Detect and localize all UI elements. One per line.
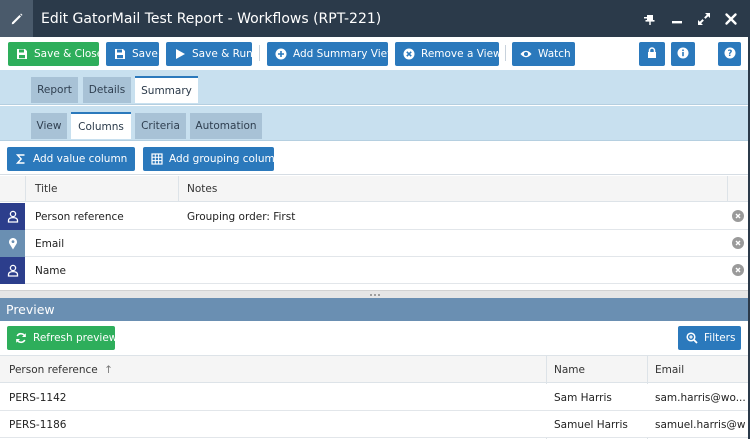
lock-button[interactable] xyxy=(639,42,665,66)
preview-heading: Preview xyxy=(0,298,750,321)
window-title-bar: Edit GatorMail Test Report - Workflows (… xyxy=(0,0,750,37)
save-icon xyxy=(114,48,126,60)
column-row[interactable]: Email xyxy=(0,230,748,257)
toolbar-divider xyxy=(259,45,260,61)
refresh-icon xyxy=(15,332,27,344)
help-icon: ? xyxy=(724,47,736,62)
header-divider xyxy=(25,176,26,202)
add-grouping-column-button[interactable]: Add grouping column xyxy=(143,147,281,171)
info-button[interactable] xyxy=(671,42,695,66)
play-icon xyxy=(174,48,186,60)
refresh-preview-button[interactable]: Refresh preview xyxy=(7,326,117,350)
header-divider xyxy=(727,176,728,202)
window-controls xyxy=(643,12,738,26)
tab-columns[interactable]: Columns xyxy=(71,112,131,139)
table-row[interactable]: PERS-1142 Sam Harris sam.harris@wo... xyxy=(0,384,748,411)
window-title: Edit GatorMail Test Report - Workflows (… xyxy=(41,10,382,27)
person-icon xyxy=(0,203,25,230)
preview-table-header: Person reference ↑ Name Email xyxy=(0,355,748,383)
tab-summary[interactable]: Summary xyxy=(135,76,198,103)
remove-circle-icon xyxy=(403,48,415,60)
sigma-icon xyxy=(15,153,27,165)
tab-automation[interactable]: Automation xyxy=(190,113,262,139)
zoom-filter-icon xyxy=(686,332,698,344)
column-row[interactable]: Person reference Grouping order: First xyxy=(0,203,748,230)
close-icon[interactable] xyxy=(724,12,738,26)
eye-icon xyxy=(520,48,532,60)
help-button[interactable]: ? xyxy=(718,42,741,66)
sort-ascending-icon: ↑ xyxy=(104,364,113,376)
edit-pencil-icon xyxy=(0,0,33,37)
filters-button[interactable]: Filters xyxy=(678,326,741,350)
save-close-button[interactable]: Save & Close xyxy=(8,42,103,66)
columns-table-header: Title Notes xyxy=(0,176,748,202)
preview-header-email[interactable]: Email xyxy=(655,364,684,376)
table-row[interactable]: PERS-1186 Samuel Harris samuel.harris@w.… xyxy=(0,411,748,438)
save-icon xyxy=(16,48,28,60)
pin-icon[interactable] xyxy=(643,12,657,26)
tab-view[interactable]: View xyxy=(31,113,67,139)
lock-icon xyxy=(646,46,658,62)
grip-icon xyxy=(370,293,380,296)
sub-tab-strip: View Columns Criteria Automation xyxy=(0,106,750,141)
preview-header-person-reference[interactable]: Person reference ↑ xyxy=(9,364,113,376)
save-run-button[interactable]: Save & Run xyxy=(166,42,253,66)
tab-report[interactable]: Report xyxy=(31,77,78,103)
location-pin-icon xyxy=(0,230,25,257)
pane-splitter[interactable] xyxy=(0,290,750,298)
tab-criteria[interactable]: Criteria xyxy=(135,113,186,139)
minimize-icon[interactable] xyxy=(670,12,684,26)
add-value-column-button[interactable]: Add value column xyxy=(7,147,144,171)
remove-column-icon[interactable] xyxy=(732,264,744,276)
expand-icon[interactable] xyxy=(697,12,711,26)
add-summary-view-button[interactable]: Add Summary View xyxy=(267,42,396,66)
person-icon xyxy=(0,257,25,284)
watch-button[interactable]: Watch xyxy=(512,42,575,66)
toolbar-divider xyxy=(505,45,506,61)
preview-header-name[interactable]: Name xyxy=(554,364,585,376)
remove-view-button[interactable]: Remove a View xyxy=(395,42,502,66)
remove-column-icon[interactable] xyxy=(732,210,744,222)
column-header-title: Title xyxy=(35,183,58,195)
save-button[interactable]: Save xyxy=(106,42,159,66)
main-tab-strip: Report Details Summary xyxy=(0,70,750,105)
info-icon xyxy=(677,47,689,62)
svg-text:?: ? xyxy=(727,49,732,59)
header-divider xyxy=(178,176,179,202)
tab-details[interactable]: Details xyxy=(83,77,131,103)
grid-icon xyxy=(151,153,163,165)
plus-circle-icon xyxy=(275,48,287,60)
column-header-notes: Notes xyxy=(187,183,218,195)
column-row[interactable]: Name xyxy=(0,257,748,284)
remove-column-icon[interactable] xyxy=(732,237,744,249)
